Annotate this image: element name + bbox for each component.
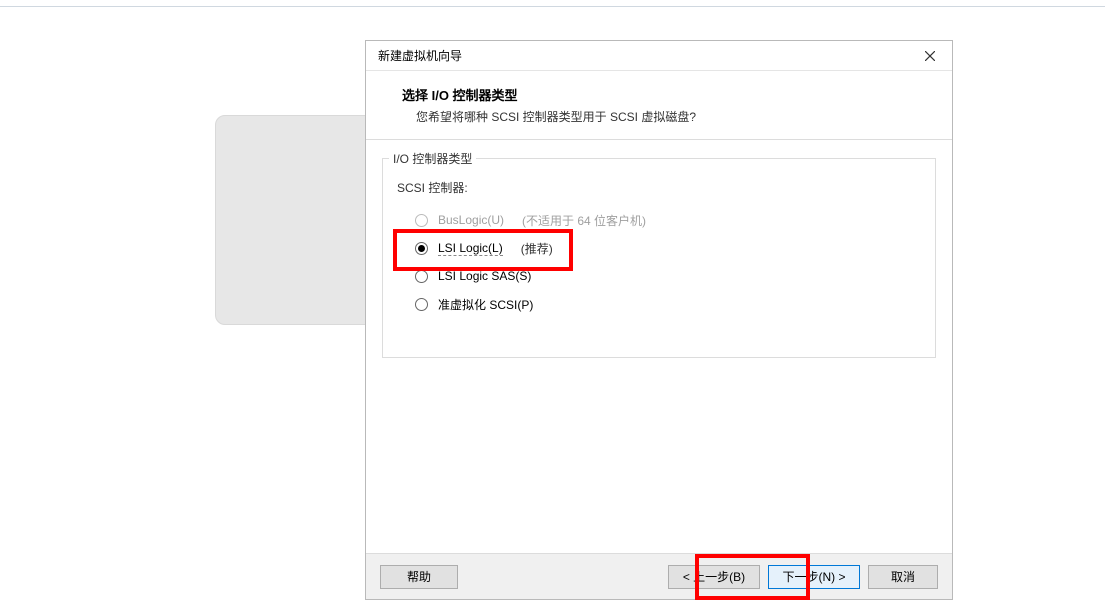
groupbox-legend: I/O 控制器类型 xyxy=(389,150,476,167)
radio-dot-icon xyxy=(418,245,425,252)
close-button[interactable] xyxy=(916,45,944,67)
radio-lsi-logic-sas[interactable]: LSI Logic SAS(S) xyxy=(397,262,921,290)
radio-note: (不适用于 64 位客户机) xyxy=(522,212,646,229)
radio-icon xyxy=(415,242,428,255)
radio-label: LSI Logic(L) xyxy=(438,241,503,256)
radio-label: 准虚拟化 SCSI(P) xyxy=(438,296,533,313)
io-controller-groupbox: I/O 控制器类型 SCSI 控制器: BusLogic(U) (不适用于 64… xyxy=(382,158,936,358)
radio-paravirtual-scsi[interactable]: 准虚拟化 SCSI(P) xyxy=(397,290,921,318)
cancel-button[interactable]: 取消 xyxy=(868,565,938,589)
radio-icon xyxy=(415,270,428,283)
dialog-header: 选择 I/O 控制器类型 您希望将哪种 SCSI 控制器类型用于 SCSI 虚拟… xyxy=(366,71,952,140)
radio-icon xyxy=(415,214,428,227)
dialog-titlebar: 新建虚拟机向导 xyxy=(366,41,952,71)
dialog-body: I/O 控制器类型 SCSI 控制器: BusLogic(U) (不适用于 64… xyxy=(366,140,952,553)
dialog-title: 新建虚拟机向导 xyxy=(378,47,916,64)
dialog-footer: 帮助 < 上一步(B) 下一步(N) > 取消 xyxy=(366,553,952,599)
radio-buslogic: BusLogic(U) (不适用于 64 位客户机) xyxy=(397,206,921,234)
close-icon xyxy=(925,51,935,61)
wizard-dialog: 新建虚拟机向导 选择 I/O 控制器类型 您希望将哪种 SCSI 控制器类型用于… xyxy=(365,40,953,600)
radio-lsi-logic[interactable]: LSI Logic(L) (推荐) xyxy=(397,234,921,262)
page-top-rule xyxy=(0,6,1105,7)
dialog-subheading: 您希望将哪种 SCSI 控制器类型用于 SCSI 虚拟磁盘? xyxy=(402,108,952,125)
back-button[interactable]: < 上一步(B) xyxy=(668,565,760,589)
scsi-controller-label: SCSI 控制器: xyxy=(397,179,921,196)
radio-label: BusLogic(U) xyxy=(438,213,504,227)
help-button[interactable]: 帮助 xyxy=(380,565,458,589)
radio-icon xyxy=(415,298,428,311)
radio-note: (推荐) xyxy=(521,240,553,257)
radio-label: LSI Logic SAS(S) xyxy=(438,269,531,283)
next-button[interactable]: 下一步(N) > xyxy=(768,565,860,589)
dialog-heading: 选择 I/O 控制器类型 xyxy=(402,85,952,104)
